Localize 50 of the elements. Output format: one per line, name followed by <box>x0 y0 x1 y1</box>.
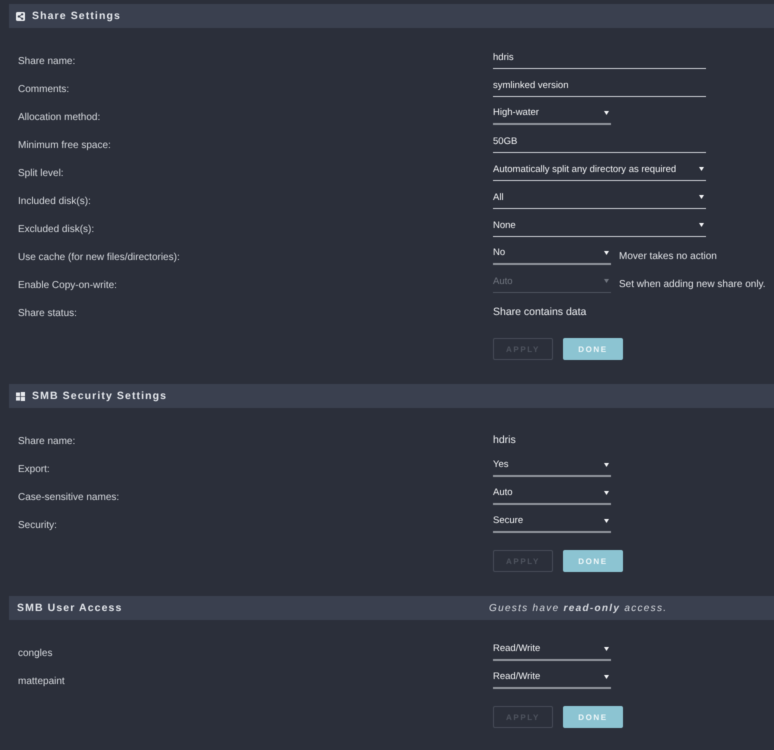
dropdown[interactable]: No <box>493 247 611 265</box>
value-text: Share contains data <box>493 306 586 318</box>
dropdown[interactable]: Automatically split any directory as required <box>493 164 706 180</box>
field-label: Security: <box>18 520 57 531</box>
hint-text: Set when adding new share only. <box>619 278 766 290</box>
caret-icon <box>699 167 704 171</box>
caret-icon <box>604 110 609 114</box>
caret-icon <box>604 250 609 254</box>
field-label: Use cache (for new files/directories): <box>18 252 180 263</box>
field-label: Share name: <box>18 56 76 67</box>
field-label: Share status: <box>18 308 77 319</box>
section-title: Share Settings <box>32 10 121 22</box>
caret-icon <box>699 195 704 199</box>
hint-text: Mover takes no action <box>619 250 717 262</box>
caret-icon <box>604 518 609 522</box>
dropdown[interactable]: Read/Write <box>493 643 611 661</box>
user-name: congles <box>18 648 52 659</box>
value-text: hdris <box>493 434 516 446</box>
dropdown[interactable]: All <box>493 192 706 208</box>
field-label: Export: <box>18 464 50 475</box>
field-label: Minimum free space: <box>18 140 111 151</box>
caret-icon <box>604 279 609 283</box>
field-label: Excluded disk(s): <box>18 224 94 235</box>
caret-icon <box>604 674 609 678</box>
caret-icon <box>699 223 704 227</box>
caret-icon <box>604 646 609 650</box>
dropdown[interactable]: Yes <box>493 459 611 477</box>
dropdown[interactable]: Secure <box>493 515 611 533</box>
text-field[interactable]: hdris <box>493 52 706 68</box>
dropdown[interactable]: Auto <box>493 487 611 505</box>
dropdown[interactable]: High-water <box>493 107 611 125</box>
text-field[interactable]: 50GB <box>493 136 706 152</box>
field-label: Enable Copy-on-write: <box>18 280 117 291</box>
field-label: Case-sensitive names: <box>18 492 120 503</box>
section-title: SMB Security Settings <box>32 390 168 402</box>
field-label: Allocation method: <box>18 112 100 123</box>
section-title: SMB User Access <box>17 602 122 614</box>
user-name: mattepaint <box>18 676 65 687</box>
share-icon <box>16 12 25 20</box>
field-label: Comments: <box>18 84 70 95</box>
dropdown[interactable]: Read/Write <box>493 671 611 689</box>
field-label: Included disk(s): <box>18 196 91 207</box>
caret-icon <box>604 490 609 494</box>
field-label: Share name: <box>18 436 76 447</box>
dropdown[interactable]: None <box>493 220 706 236</box>
field-label: Split level: <box>18 168 64 179</box>
text-field[interactable]: symlinked version <box>493 80 706 96</box>
access-note: Guests have read-only access. <box>489 602 668 614</box>
windows-icon <box>16 392 25 400</box>
caret-icon <box>604 462 609 466</box>
